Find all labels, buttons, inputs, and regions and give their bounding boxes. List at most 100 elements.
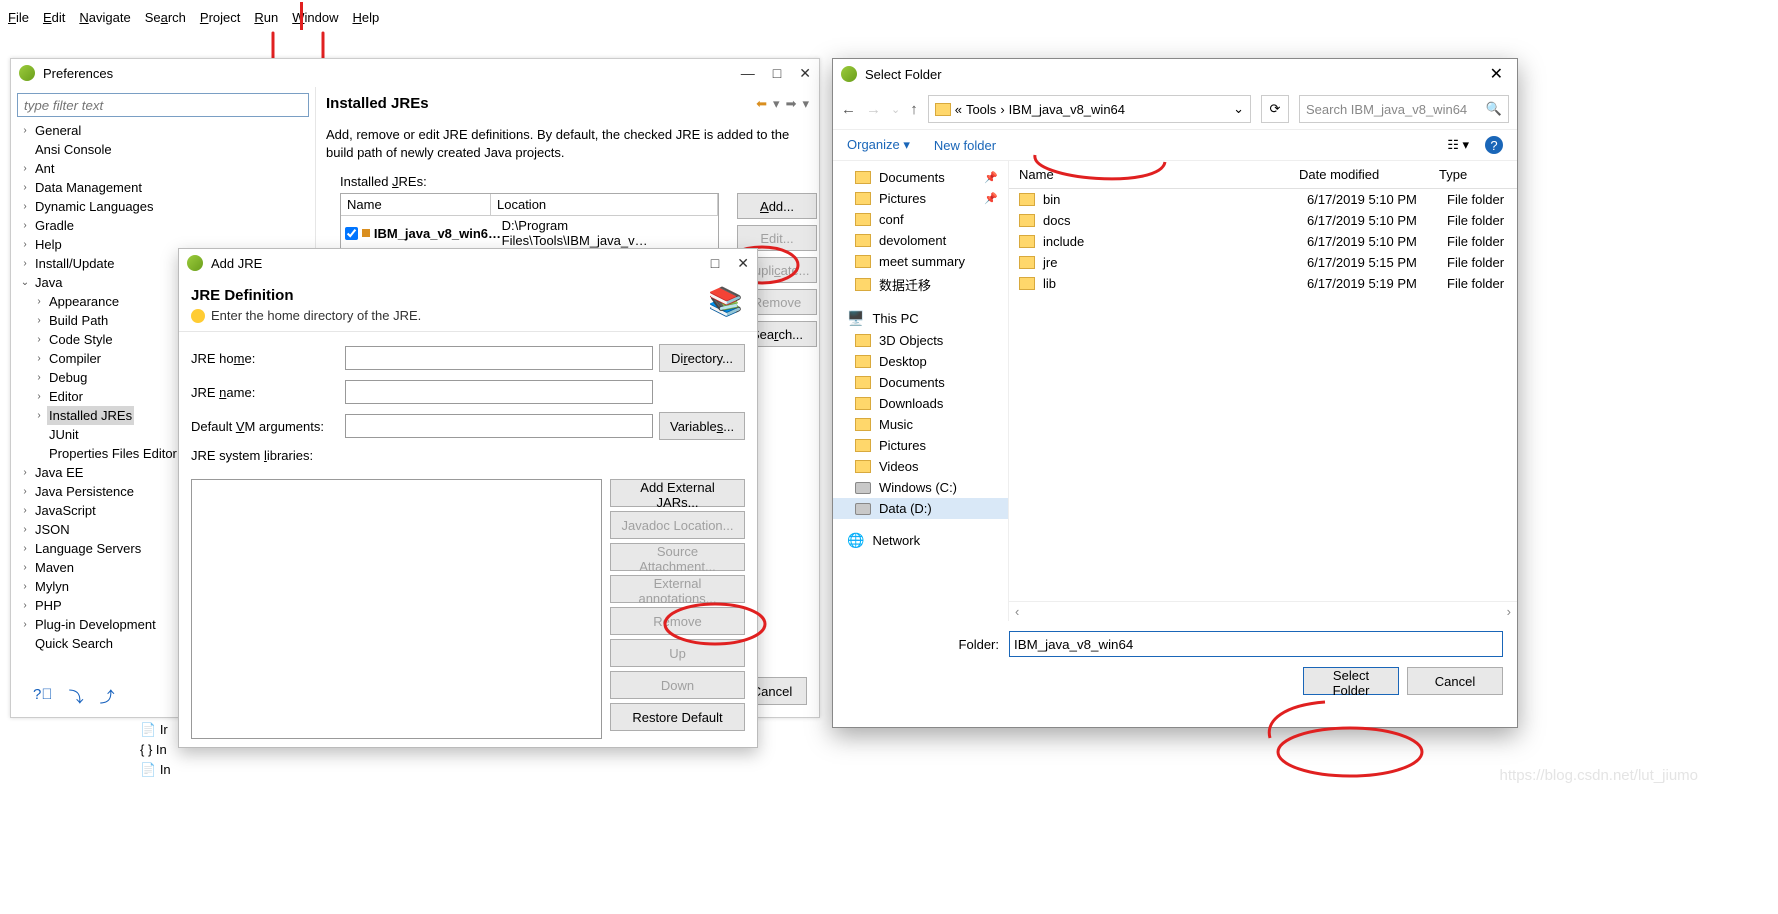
tree-json[interactable]: JSON — [33, 520, 72, 539]
help-icon[interactable]: ? — [1485, 136, 1503, 154]
tree-lang[interactable]: Language Servers — [33, 539, 143, 558]
menu-search[interactable]: Search — [145, 10, 186, 25]
list-item[interactable]: jre6/17/2019 5:15 PMFile folder — [1009, 252, 1517, 273]
nav-desktop[interactable]: Desktop — [879, 354, 927, 369]
jre-name-input[interactable] — [345, 380, 653, 404]
add-external-jars-button[interactable]: Add External JARs... — [610, 479, 745, 507]
col-name[interactable]: Name — [1009, 161, 1289, 188]
nav-d[interactable]: Data (D:) — [879, 501, 932, 516]
tree-gradle[interactable]: Gradle — [33, 216, 76, 235]
menu-help[interactable]: Help — [352, 10, 379, 25]
nav-cn[interactable]: 数据迁移 — [879, 275, 931, 294]
view-icon[interactable]: ☷ ▾ — [1447, 137, 1469, 153]
file-list[interactable]: bin6/17/2019 5:10 PMFile folderdocs6/17/… — [1009, 189, 1517, 601]
menu-run[interactable]: Run — [254, 10, 278, 25]
forward-arrow-icon[interactable]: ➡ — [786, 96, 797, 112]
tree-install[interactable]: Install/Update — [33, 254, 117, 273]
tree-java[interactable]: Java — [33, 273, 64, 292]
up-icon[interactable]: ↑ — [910, 101, 918, 118]
select-folder-button[interactable]: Select Folder — [1303, 667, 1399, 695]
nav-documents[interactable]: Documents — [879, 170, 945, 185]
menu-edit[interactable]: Edit — [43, 10, 65, 25]
col-location[interactable]: Location — [491, 194, 718, 215]
tree-installed-jres[interactable]: Installed JREs — [47, 406, 134, 425]
vm-args-input[interactable] — [345, 414, 653, 438]
nav-pictures[interactable]: Pictures — [879, 191, 926, 206]
tree-codestyle[interactable]: Code Style — [47, 330, 115, 349]
close-icon[interactable]: ✕ — [1484, 64, 1509, 84]
maximize-icon[interactable]: □ — [773, 65, 781, 82]
tree-junit[interactable]: JUnit — [47, 425, 81, 444]
tree-jpa[interactable]: Java Persistence — [33, 482, 136, 501]
scroll-right-icon[interactable]: › — [1507, 604, 1511, 619]
tree-data[interactable]: Data Management — [33, 178, 144, 197]
tree-general[interactable]: General — [33, 121, 83, 140]
back-icon[interactable]: ← — [841, 101, 856, 118]
list-item[interactable]: include6/17/2019 5:10 PMFile folder — [1009, 231, 1517, 252]
search-input[interactable]: Search IBM_java_v8_win64🔍 — [1299, 95, 1509, 123]
tree-maven[interactable]: Maven — [33, 558, 76, 577]
cancel-button[interactable]: Cancel — [1407, 667, 1503, 695]
breadcrumb[interactable]: « Tools› IBM_java_v8_win64 ⌄ — [928, 95, 1251, 123]
jre-home-input[interactable] — [345, 346, 653, 370]
menu-project[interactable]: Project — [200, 10, 240, 25]
nav-dev[interactable]: devoloment — [879, 233, 946, 248]
tree-debug[interactable]: Debug — [47, 368, 89, 387]
refresh-icon[interactable]: ⟳ — [1261, 95, 1289, 123]
tree-buildpath[interactable]: Build Path — [47, 311, 110, 330]
syslib-listbox[interactable] — [191, 479, 602, 739]
new-folder-button[interactable]: New folder — [934, 138, 996, 153]
nav-meet[interactable]: meet summary — [879, 254, 965, 269]
col-name[interactable]: Name — [341, 194, 491, 215]
tree-php[interactable]: PHP — [33, 596, 64, 615]
nav-docs2[interactable]: Documents — [879, 375, 945, 390]
col-type[interactable]: Type — [1429, 161, 1517, 188]
tree-editor[interactable]: Editor — [47, 387, 85, 406]
tree-ant[interactable]: Ant — [33, 159, 57, 178]
back-arrow-icon[interactable]: ⬅ — [756, 96, 767, 112]
organize-menu[interactable]: Organize ▾ — [847, 137, 910, 153]
variables-button[interactable]: Variables... — [659, 412, 745, 440]
folder-navtree[interactable]: Documents📌 Pictures📌 conf devoloment mee… — [833, 161, 1009, 621]
nav-downloads[interactable]: Downloads — [879, 396, 943, 411]
add-button[interactable]: Add... — [737, 193, 817, 219]
menu-window[interactable]: Window — [292, 10, 338, 25]
nav-c[interactable]: Windows (C:) — [879, 480, 957, 495]
nav-3d[interactable]: 3D Objects — [879, 333, 943, 348]
nav-music[interactable]: Music — [879, 417, 913, 432]
tree-plugin[interactable]: Plug-in Development — [33, 615, 158, 634]
table-row[interactable]: IBM_java_v8_win6… D:\Program Files\Tools… — [341, 216, 718, 250]
tree-javaee[interactable]: Java EE — [33, 463, 85, 482]
import-icon[interactable]: ⤵ — [69, 686, 84, 707]
tree-compiler[interactable]: Compiler — [47, 349, 103, 368]
tree-help[interactable]: Help — [33, 235, 64, 254]
export-icon[interactable]: ⤴ — [100, 686, 115, 707]
tree-ansi[interactable]: Ansi Console — [33, 140, 114, 159]
list-item[interactable]: lib6/17/2019 5:19 PMFile folder — [1009, 273, 1517, 294]
tree-props[interactable]: Properties Files Editor — [47, 444, 179, 463]
nav-videos[interactable]: Videos — [879, 459, 919, 474]
close-icon[interactable]: ✕ — [737, 255, 749, 272]
help-icon[interactable]: ?⃝ — [33, 686, 53, 707]
directory-button[interactable]: Directory... — [659, 344, 745, 372]
tree-dyn[interactable]: Dynamic Languages — [33, 197, 156, 216]
maximize-icon[interactable]: □ — [711, 255, 719, 272]
list-item[interactable]: bin6/17/2019 5:10 PMFile folder — [1009, 189, 1517, 210]
menu-navigate[interactable]: Navigate — [79, 10, 130, 25]
folder-input[interactable] — [1009, 631, 1503, 657]
filter-input[interactable] — [17, 93, 309, 117]
nav-conf[interactable]: conf — [879, 212, 904, 227]
nav-thispc[interactable]: This PC — [872, 311, 918, 326]
crumb-tools[interactable]: Tools — [966, 102, 996, 117]
jre-checkbox[interactable] — [345, 227, 358, 240]
nav-pics2[interactable]: Pictures — [879, 438, 926, 453]
tree-js[interactable]: JavaScript — [33, 501, 98, 520]
restore-default-button[interactable]: Restore Default — [610, 703, 745, 731]
list-item[interactable]: docs6/17/2019 5:10 PMFile folder — [1009, 210, 1517, 231]
close-icon[interactable]: ✕ — [799, 65, 811, 82]
minimize-icon[interactable]: — — [741, 65, 755, 82]
col-date[interactable]: Date modified — [1289, 161, 1429, 188]
tree-quick[interactable]: Quick Search — [33, 634, 115, 653]
tree-mylyn[interactable]: Mylyn — [33, 577, 71, 596]
nav-network[interactable]: Network — [872, 533, 920, 548]
